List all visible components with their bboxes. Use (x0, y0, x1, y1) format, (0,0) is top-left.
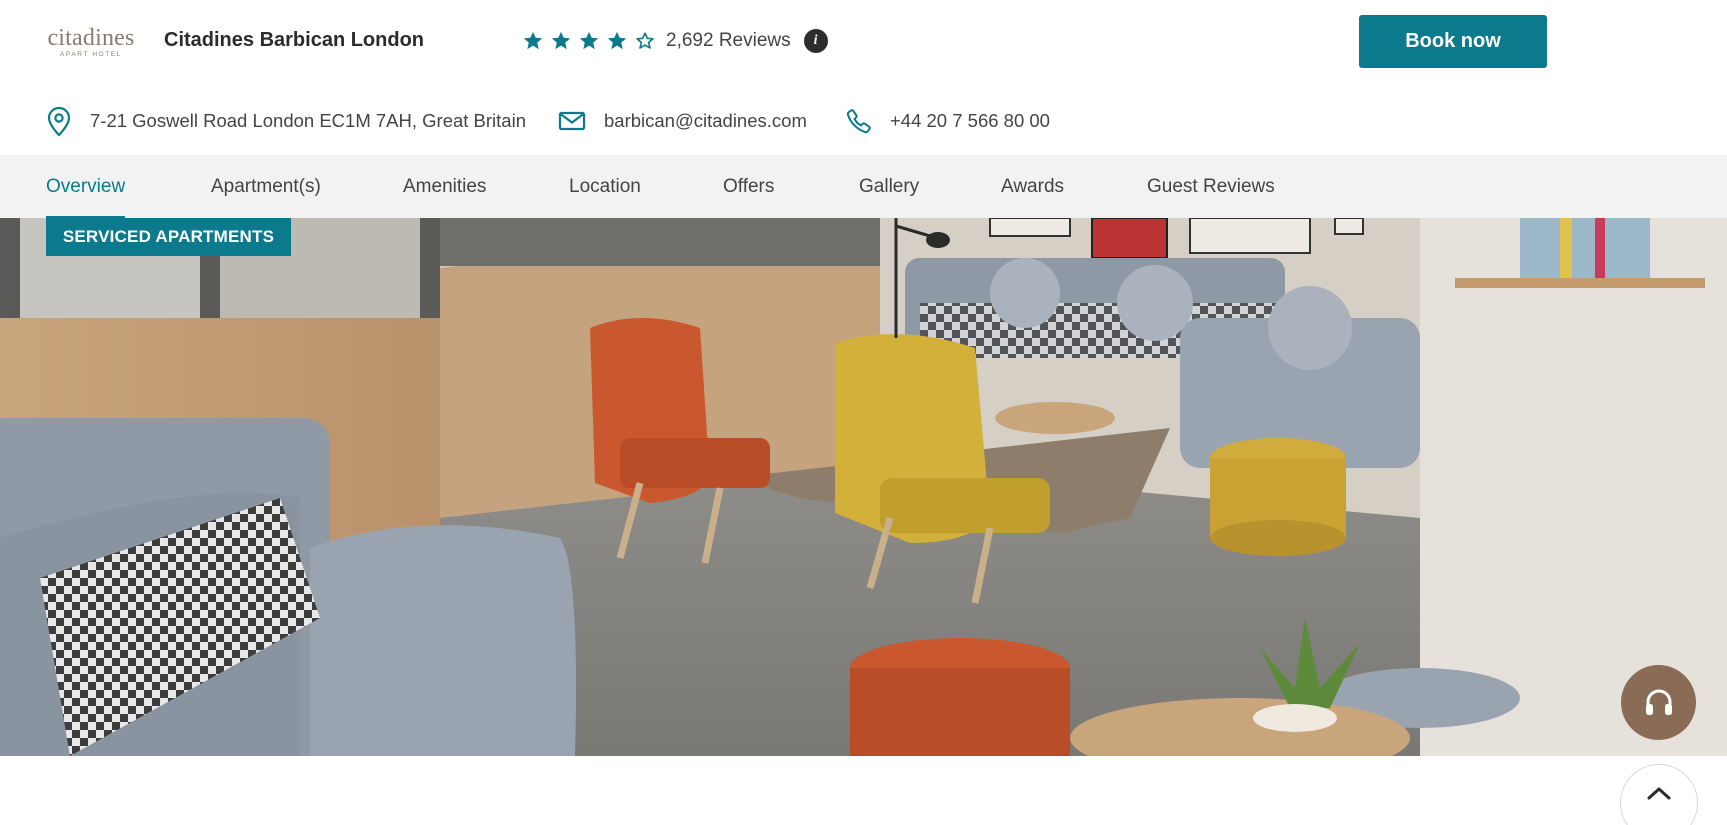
tab-overview[interactable]: Overview (46, 155, 126, 218)
hero-image (0, 218, 1727, 756)
star-filled-icon (607, 31, 627, 50)
logo-wordmark: citadines (47, 25, 135, 51)
address[interactable]: 7-21 Goswell Road London EC1M 7AH, Great… (46, 104, 526, 138)
section-nav: Overview Apartment(s) Amenities Location… (0, 155, 1727, 218)
chevron-up-icon (1647, 787, 1671, 800)
support-chat-button[interactable] (1621, 665, 1696, 740)
headset-icon (1645, 689, 1672, 715)
phone[interactable]: +44 20 7 566 80 00 (846, 104, 1050, 138)
site-header: citadines APART HOTEL Citadines Barbican… (0, 0, 1727, 155)
tab-guest-reviews[interactable]: Guest Reviews (1147, 155, 1275, 218)
phone-icon (846, 109, 871, 134)
tab-offers[interactable]: Offers (723, 155, 774, 218)
tab-gallery[interactable]: Gallery (859, 155, 919, 218)
hotel-name: Citadines Barbican London (164, 29, 425, 51)
phone-text: +44 20 7 566 80 00 (890, 110, 1050, 131)
mail-icon (558, 111, 586, 131)
star-filled-icon (523, 31, 543, 50)
tab-awards[interactable]: Awards (1001, 155, 1064, 218)
email-text: barbican@citadines.com (604, 110, 807, 131)
book-now-button[interactable]: Book now (1359, 15, 1547, 68)
reviews-link[interactable]: 2,692 Reviews (666, 30, 791, 52)
lounge-photo (0, 218, 1727, 756)
star-filled-icon (551, 31, 571, 50)
citadines-logo[interactable]: citadines APART HOTEL (46, 26, 136, 60)
star-filled-icon (579, 31, 599, 50)
serviced-apartments-badge: SERVICED APARTMENTS (46, 218, 291, 256)
address-text: 7-21 Goswell Road London EC1M 7AH, Great… (90, 110, 526, 131)
tab-apartments[interactable]: Apartment(s) (211, 155, 321, 218)
star-outline-icon (636, 32, 654, 49)
tab-amenities[interactable]: Amenities (403, 155, 486, 218)
rating: 2,692 Reviews i (522, 27, 828, 55)
tab-location[interactable]: Location (569, 155, 641, 218)
logo-subtitle: APART HOTEL (59, 51, 123, 58)
email[interactable]: barbican@citadines.com (558, 104, 807, 138)
info-icon[interactable]: i (803, 29, 828, 53)
scroll-to-top-button[interactable] (1620, 764, 1698, 825)
map-pin-icon (47, 106, 71, 137)
